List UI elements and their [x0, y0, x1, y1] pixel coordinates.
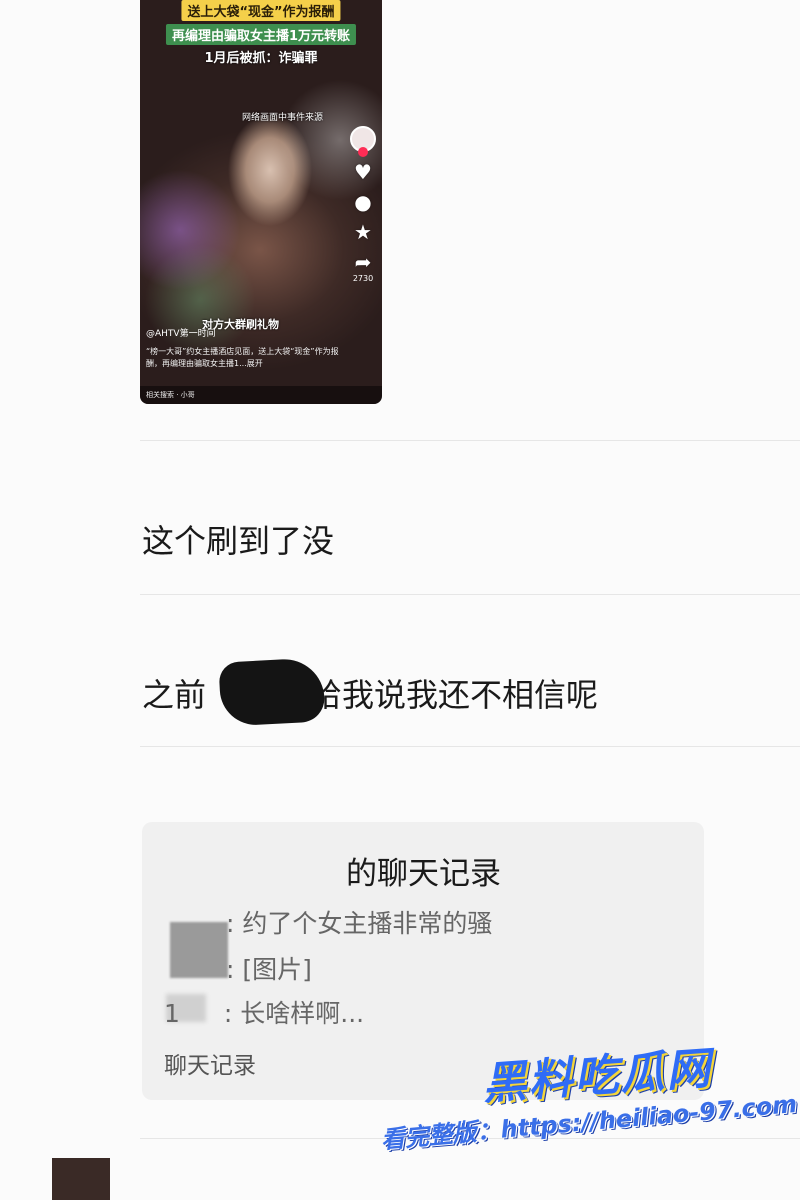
divider: [140, 440, 800, 441]
author-avatar[interactable]: [350, 126, 376, 157]
chat-text: 约了个女主播非常的骚: [242, 909, 493, 938]
message-1: 这个刷到了没: [142, 522, 335, 560]
chat-text: [图片]: [242, 955, 312, 984]
chat-line-3: 1 : 长啥样啊...: [164, 994, 364, 1030]
video-author[interactable]: @AHTV第一时间: [146, 326, 216, 339]
video-overlay-line-3: 1月后被抓：诈骗罪: [204, 51, 318, 66]
blurred-avatar: [170, 922, 228, 978]
chat-speaker: :: [226, 955, 235, 984]
comment-icon[interactable]: ●: [354, 192, 371, 212]
video-overlay-line-2: 再编理由骗取女主播1万元转账: [165, 24, 357, 45]
next-image-thumbnail[interactable]: [52, 1158, 110, 1200]
video-description: “榜一大哥”约女主播酒店见面，送上大袋“现金”作为报酬，再编理由骗取女主播1..…: [146, 347, 339, 368]
video-overlay-line-1: 送上大袋“现金”作为报酬: [181, 0, 341, 21]
video-side-actions: ♥ ● ★ ➦ 2730: [350, 126, 376, 283]
chat-speaker: 1: [164, 999, 180, 1028]
video-caption: 网络画面中事件来源: [242, 113, 324, 123]
divider: [140, 746, 800, 747]
share-icon[interactable]: ➦: [355, 252, 372, 272]
star-icon[interactable]: ★: [354, 222, 372, 242]
divider: [140, 594, 800, 595]
chat-record-footer: 聊天记录: [164, 1053, 256, 1079]
share-count: 2730: [352, 274, 374, 283]
message-2: 之前 给我说我还不相信呢: [142, 670, 598, 716]
redaction-blob: [218, 657, 326, 727]
chat-line-2: : [图片]: [226, 950, 312, 986]
related-search[interactable]: 相关搜索 · 小哥: [140, 386, 382, 404]
video-thumbnail[interactable]: 送上大袋“现金”作为报酬 再编理由骗取女主播1万元转账 1月后被抓：诈骗罪 网络…: [140, 0, 382, 404]
message-2-suffix: 给我说我还不相信呢: [310, 676, 599, 714]
heart-icon[interactable]: ♥: [354, 162, 372, 182]
chat-text: : 长啥样啊...: [223, 999, 365, 1028]
message-2-prefix: 之前: [142, 676, 207, 714]
chat-line-1: : 约了个女主播非常的骚: [226, 904, 492, 940]
chat-record-title: 的聊天记录: [346, 856, 501, 892]
chat-speaker: :: [226, 909, 235, 938]
